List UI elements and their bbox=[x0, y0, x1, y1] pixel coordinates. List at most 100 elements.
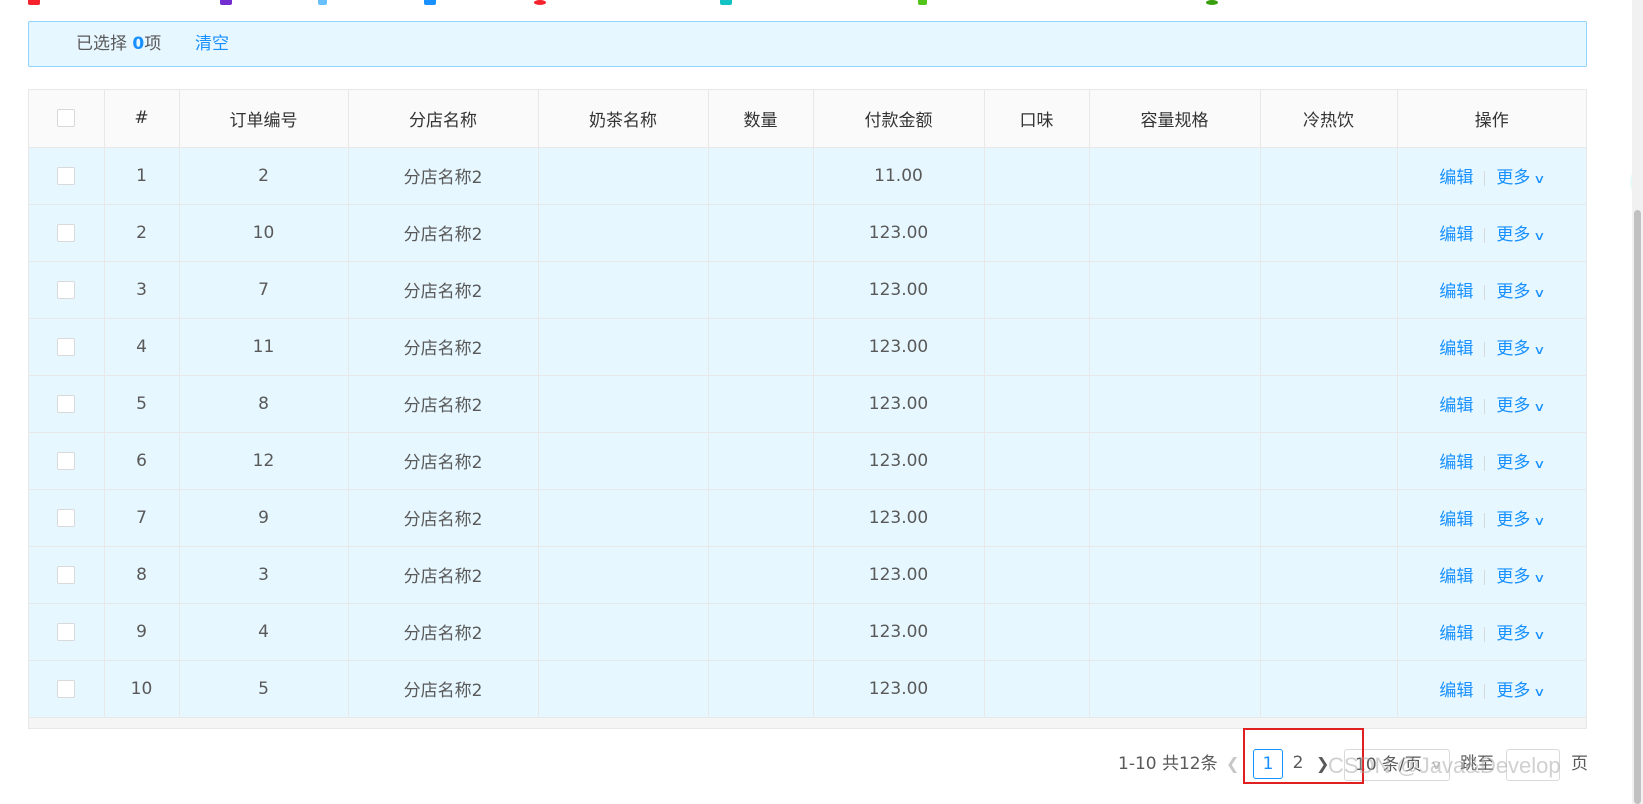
select-all-checkbox[interactable] bbox=[57, 109, 76, 128]
cell-amount: 123.00 bbox=[813, 318, 985, 376]
chevron-down-icon: ∨ bbox=[1430, 758, 1443, 772]
more-dropdown[interactable]: 更多 ∨ bbox=[1496, 396, 1546, 416]
row-checkbox[interactable] bbox=[57, 280, 76, 299]
clear-selection-link[interactable]: 清空 bbox=[195, 22, 229, 66]
header-index: # bbox=[104, 90, 180, 148]
edit-link[interactable]: 编辑 bbox=[1439, 396, 1473, 416]
cell-actions: 编辑 更多 ∨ bbox=[1397, 261, 1586, 319]
edit-link[interactable]: 编辑 bbox=[1439, 510, 1473, 530]
cell-taste bbox=[984, 603, 1090, 661]
more-label: 更多 bbox=[1496, 681, 1531, 701]
cell-actions: 编辑 更多 ∨ bbox=[1397, 204, 1586, 262]
edit-link[interactable]: 编辑 bbox=[1439, 168, 1473, 188]
edit-link[interactable]: 编辑 bbox=[1439, 624, 1473, 644]
jump-to-label: 跳至 bbox=[1460, 754, 1494, 774]
cell-temperature bbox=[1260, 375, 1398, 433]
header-actions: 操作 bbox=[1397, 90, 1586, 148]
more-dropdown[interactable]: 更多 ∨ bbox=[1496, 681, 1546, 701]
row-checkbox[interactable] bbox=[57, 565, 76, 584]
table-row[interactable]: 2 10 分店名称2 123.00 编辑 更多 ∨ bbox=[29, 204, 1586, 262]
more-label: 更多 bbox=[1496, 624, 1531, 644]
more-dropdown[interactable]: 更多 ∨ bbox=[1496, 339, 1546, 359]
cell-index: 6 bbox=[104, 432, 180, 490]
cell-taste bbox=[984, 375, 1090, 433]
cell-size bbox=[1089, 147, 1261, 205]
table-row[interactable]: 9 4 分店名称2 123.00 编辑 更多 ∨ bbox=[29, 603, 1586, 661]
jump-page-input[interactable] bbox=[1506, 749, 1560, 781]
row-checkbox[interactable] bbox=[57, 679, 76, 698]
edit-link[interactable]: 编辑 bbox=[1439, 567, 1473, 587]
cell-index: 5 bbox=[104, 375, 180, 433]
more-dropdown[interactable]: 更多 ∨ bbox=[1496, 510, 1546, 530]
table-row[interactable]: 10 5 分店名称2 123.00 编辑 更多 ∨ bbox=[29, 660, 1586, 718]
scrollbar-thumb[interactable] bbox=[1634, 210, 1641, 804]
more-dropdown[interactable]: 更多 ∨ bbox=[1496, 282, 1546, 302]
cell-store-name: 分店名称2 bbox=[348, 603, 539, 661]
header-quantity[interactable]: 数量 bbox=[708, 90, 814, 148]
row-checkbox[interactable] bbox=[57, 508, 76, 527]
more-label: 更多 bbox=[1496, 168, 1531, 188]
cell-taste bbox=[984, 318, 1090, 376]
header-tea-name[interactable]: 奶茶名称 bbox=[538, 90, 709, 148]
table-row[interactable]: 3 7 分店名称2 123.00 编辑 更多 ∨ bbox=[29, 261, 1586, 319]
chevron-down-icon: ∨ bbox=[1533, 571, 1546, 585]
action-divider bbox=[1484, 569, 1486, 585]
table-row[interactable]: 5 8 分店名称2 123.00 编辑 更多 ∨ bbox=[29, 375, 1586, 433]
action-divider bbox=[1484, 683, 1486, 699]
cell-temperature bbox=[1260, 204, 1398, 262]
more-dropdown[interactable]: 更多 ∨ bbox=[1496, 453, 1546, 473]
cell-select bbox=[29, 318, 105, 376]
header-amount[interactable]: 付款金额 bbox=[813, 90, 985, 148]
more-dropdown[interactable]: 更多 ∨ bbox=[1496, 168, 1546, 188]
more-label: 更多 bbox=[1496, 396, 1531, 416]
cell-quantity bbox=[708, 147, 814, 205]
page-item-1[interactable]: 1 bbox=[1253, 749, 1283, 779]
edit-link[interactable]: 编辑 bbox=[1439, 453, 1473, 473]
cell-tea-name bbox=[538, 489, 709, 547]
table-row[interactable]: 7 9 分店名称2 123.00 编辑 更多 ∨ bbox=[29, 489, 1586, 547]
page-scrollbar[interactable] bbox=[1632, 0, 1643, 804]
table-row[interactable]: 6 12 分店名称2 123.00 编辑 更多 ∨ bbox=[29, 432, 1586, 490]
edit-link[interactable]: 编辑 bbox=[1439, 681, 1473, 701]
header-store-name[interactable]: 分店名称 bbox=[348, 90, 539, 148]
cell-tea-name bbox=[538, 660, 709, 718]
cell-temperature bbox=[1260, 603, 1398, 661]
edit-link[interactable]: 编辑 bbox=[1439, 282, 1473, 302]
cell-amount: 123.00 bbox=[813, 603, 985, 661]
row-checkbox[interactable] bbox=[57, 451, 76, 470]
more-label: 更多 bbox=[1496, 339, 1531, 359]
more-dropdown[interactable]: 更多 ∨ bbox=[1496, 567, 1546, 587]
toolbar-icon-green bbox=[918, 0, 927, 5]
more-dropdown[interactable]: 更多 ∨ bbox=[1496, 624, 1546, 644]
row-checkbox[interactable] bbox=[57, 166, 76, 185]
cell-size bbox=[1089, 375, 1261, 433]
row-checkbox[interactable] bbox=[57, 223, 76, 242]
page-item-2[interactable]: 2 bbox=[1283, 749, 1313, 779]
row-checkbox[interactable] bbox=[57, 394, 76, 413]
header-taste[interactable]: 口味 bbox=[984, 90, 1090, 148]
table-row[interactable]: 4 11 分店名称2 123.00 编辑 更多 ∨ bbox=[29, 318, 1586, 376]
table-row[interactable]: 1 2 分店名称2 11.00 编辑 更多 ∨ bbox=[29, 147, 1586, 205]
header-order-no[interactable]: 订单编号 bbox=[179, 90, 349, 148]
cell-index: 10 bbox=[104, 660, 180, 718]
cell-actions: 编辑 更多 ∨ bbox=[1397, 432, 1586, 490]
next-page-icon[interactable]: ❯ bbox=[1316, 747, 1329, 781]
action-divider bbox=[1484, 284, 1486, 300]
cell-actions: 编辑 更多 ∨ bbox=[1397, 375, 1586, 433]
row-checkbox[interactable] bbox=[57, 337, 76, 356]
cell-taste bbox=[984, 489, 1090, 547]
cell-size bbox=[1089, 318, 1261, 376]
table-row[interactable]: 8 3 分店名称2 123.00 编辑 更多 ∨ bbox=[29, 546, 1586, 604]
cell-store-name: 分店名称2 bbox=[348, 318, 539, 376]
row-checkbox[interactable] bbox=[57, 622, 76, 641]
edit-link[interactable]: 编辑 bbox=[1439, 225, 1473, 245]
header-temperature[interactable]: 冷热饮 bbox=[1260, 90, 1398, 148]
more-dropdown[interactable]: 更多 ∨ bbox=[1496, 225, 1546, 245]
cell-quantity bbox=[708, 546, 814, 604]
toolbar-icon-cyan bbox=[720, 0, 732, 5]
header-size[interactable]: 容量规格 bbox=[1089, 90, 1261, 148]
page-size-select[interactable]: 10 条/页 ∨ bbox=[1344, 749, 1450, 781]
prev-page-icon[interactable]: ❮ bbox=[1226, 747, 1239, 781]
edit-link[interactable]: 编辑 bbox=[1439, 339, 1473, 359]
selection-suffix: 项 bbox=[144, 34, 162, 54]
